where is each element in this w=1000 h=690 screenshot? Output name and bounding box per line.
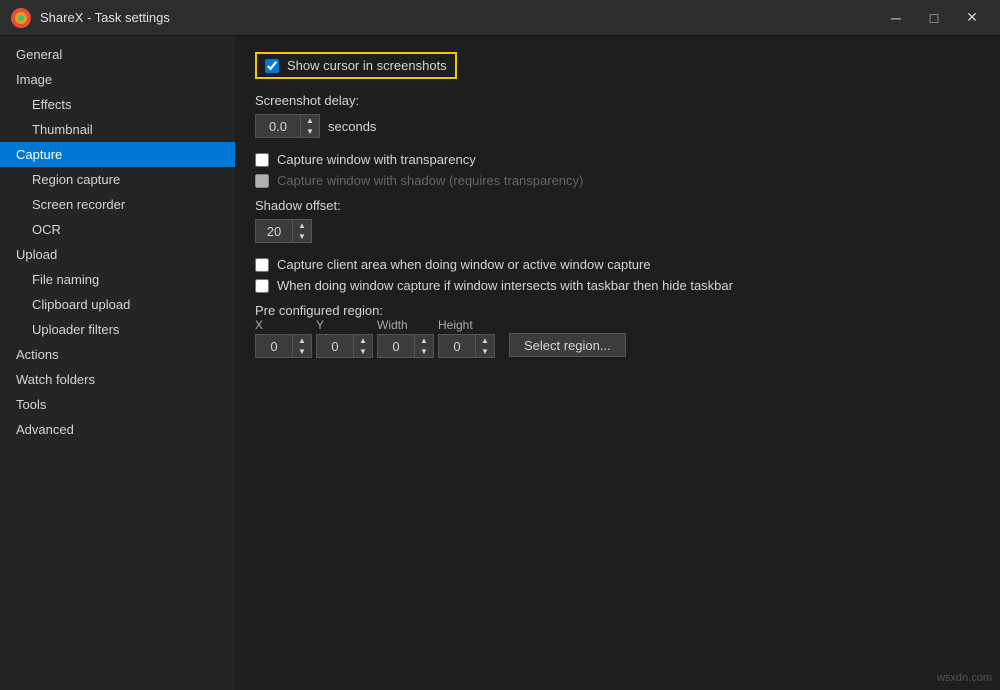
y-down-button[interactable]: ▼ (354, 346, 372, 357)
sidebar-item-file-naming[interactable]: File naming (0, 267, 235, 292)
sidebar-item-upload[interactable]: Upload (0, 242, 235, 267)
height-field-group: Height ▲ ▼ (438, 318, 495, 358)
width-down-button[interactable]: ▼ (415, 346, 433, 357)
sidebar-item-advanced[interactable]: Advanced (0, 417, 235, 442)
hide-taskbar-label[interactable]: When doing window capture if window inte… (277, 278, 733, 293)
sidebar-item-thumbnail[interactable]: Thumbnail (0, 117, 235, 142)
y-up-button[interactable]: ▲ (354, 335, 372, 346)
capture-shadow-label: Capture window with shadow (requires tra… (277, 173, 583, 188)
select-region-button[interactable]: Select region... (509, 333, 626, 357)
y-label: Y (316, 318, 324, 332)
x-label: X (255, 318, 263, 332)
shadow-down-button[interactable]: ▼ (293, 231, 311, 242)
capture-transparency-row: Capture window with transparency (255, 152, 980, 167)
screenshot-delay-spinner: ▲ ▼ (255, 114, 320, 138)
shadow-offset-input[interactable] (256, 220, 292, 242)
capture-client-area-checkbox[interactable] (255, 258, 269, 272)
sidebar-item-actions[interactable]: Actions (0, 342, 235, 367)
capture-client-area-row: Capture client area when doing window or… (255, 257, 980, 272)
x-down-button[interactable]: ▼ (293, 346, 311, 357)
maximize-button[interactable]: □ (916, 4, 952, 32)
shadow-up-button[interactable]: ▲ (293, 220, 311, 231)
width-label: Width (377, 318, 408, 332)
sidebar-item-tools[interactable]: Tools (0, 392, 235, 417)
window-title: ShareX - Task settings (40, 10, 878, 25)
sidebar-item-ocr[interactable]: OCR (0, 217, 235, 242)
content-area: Show cursor in screenshots Screenshot de… (235, 36, 1000, 690)
capture-shadow-row: Capture window with shadow (requires tra… (255, 173, 980, 188)
app-logo (10, 7, 32, 29)
sidebar-item-image[interactable]: Image (0, 67, 235, 92)
seconds-label: seconds (328, 119, 376, 134)
capture-transparency-checkbox[interactable] (255, 153, 269, 167)
sidebar-item-clipboard-upload[interactable]: Clipboard upload (0, 292, 235, 317)
watermark: wsxdn.com (937, 672, 992, 684)
show-cursor-checkbox[interactable] (265, 59, 279, 73)
window-controls: ─ □ ✕ (878, 4, 990, 32)
width-field-group: Width ▲ ▼ (377, 318, 434, 358)
screenshot-delay-label: Screenshot delay: (255, 93, 980, 108)
width-up-button[interactable]: ▲ (415, 335, 433, 346)
main-layout: GeneralImageEffectsThumbnailCaptureRegio… (0, 36, 1000, 690)
width-input[interactable] (378, 335, 414, 357)
show-cursor-label[interactable]: Show cursor in screenshots (287, 58, 447, 73)
sidebar: GeneralImageEffectsThumbnailCaptureRegio… (0, 36, 235, 690)
titlebar: ShareX - Task settings ─ □ ✕ (0, 0, 1000, 36)
height-input[interactable] (439, 335, 475, 357)
hide-taskbar-row: When doing window capture if window inte… (255, 278, 980, 293)
pre-configured-region-label: Pre configured region: (255, 303, 383, 318)
sidebar-item-uploader-filters[interactable]: Uploader filters (0, 317, 235, 342)
x-input[interactable] (256, 335, 292, 357)
screenshot-delay-input[interactable] (256, 115, 300, 137)
y-field-group: Y ▲ ▼ (316, 318, 373, 358)
y-input[interactable] (317, 335, 353, 357)
height-up-button[interactable]: ▲ (476, 335, 494, 346)
shadow-offset-label: Shadow offset: (255, 198, 980, 213)
sidebar-item-screen-recorder[interactable]: Screen recorder (0, 192, 235, 217)
sidebar-item-region-capture[interactable]: Region capture (0, 167, 235, 192)
minimize-button[interactable]: ─ (878, 4, 914, 32)
sidebar-item-capture[interactable]: Capture (0, 142, 235, 167)
height-down-button[interactable]: ▼ (476, 346, 494, 357)
delay-up-button[interactable]: ▲ (301, 115, 319, 126)
sidebar-item-general[interactable]: General (0, 42, 235, 67)
delay-down-button[interactable]: ▼ (301, 126, 319, 137)
close-button[interactable]: ✕ (954, 4, 990, 32)
sidebar-item-watch-folders[interactable]: Watch folders (0, 367, 235, 392)
show-cursor-highlight: Show cursor in screenshots (255, 52, 457, 79)
x-up-button[interactable]: ▲ (293, 335, 311, 346)
capture-client-area-label[interactable]: Capture client area when doing window or… (277, 257, 651, 272)
capture-transparency-label[interactable]: Capture window with transparency (277, 152, 476, 167)
height-label: Height (438, 318, 473, 332)
shadow-offset-spinner: ▲ ▼ (255, 219, 312, 243)
hide-taskbar-checkbox[interactable] (255, 279, 269, 293)
capture-shadow-checkbox[interactable] (255, 174, 269, 188)
region-fields: X ▲ ▼ Y ▲ ▼ (255, 318, 980, 358)
x-field-group: X ▲ ▼ (255, 318, 312, 358)
sidebar-item-effects[interactable]: Effects (0, 92, 235, 117)
